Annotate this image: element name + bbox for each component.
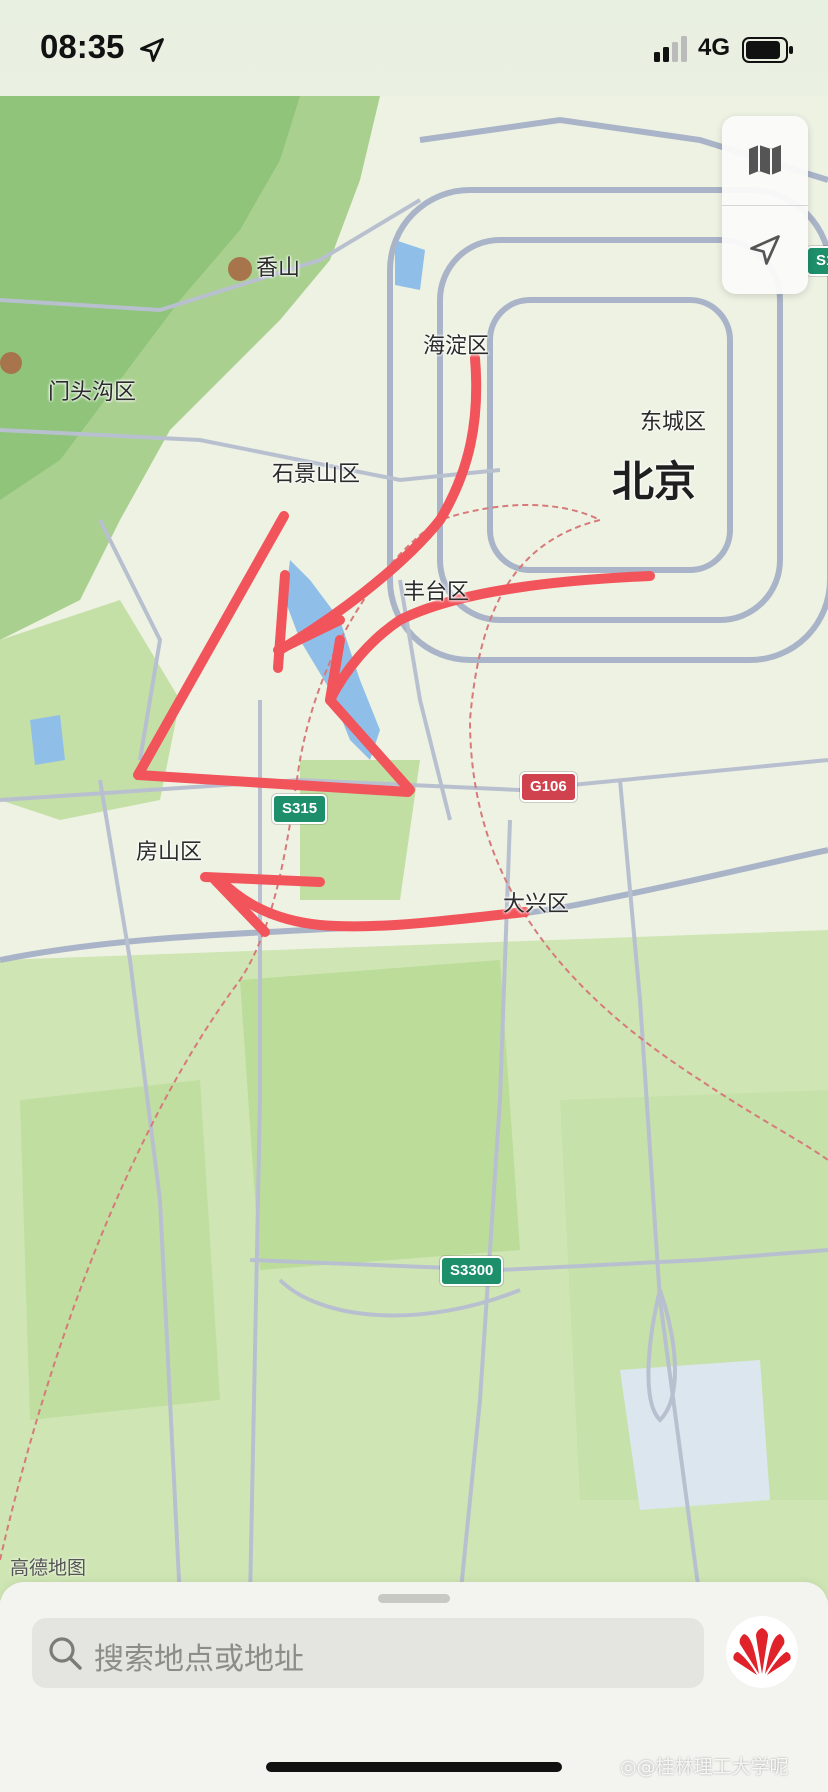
map-label-daxing[interactable]: 大兴区 (503, 886, 569, 918)
map-label-beijing[interactable]: 北京 (612, 448, 696, 509)
mountain-icon (0, 352, 22, 374)
signal-icon (654, 36, 687, 62)
battery-icon (742, 37, 793, 63)
status-bar: 08:35 4G (0, 0, 828, 96)
locate-me-icon (750, 235, 780, 265)
sheet-grabber[interactable] (378, 1594, 450, 1603)
map-label-shijingshan[interactable]: 石景山区 (272, 456, 360, 488)
map-poi-marker[interactable] (0, 352, 22, 380)
avatar[interactable] (726, 1616, 798, 1688)
map-label-haidian[interactable]: 海淀区 (423, 328, 489, 360)
status-time: 08:35 (40, 28, 125, 65)
huawei-logo-icon (733, 1628, 791, 1675)
map-mode-button[interactable] (722, 116, 808, 204)
mountain-icon (228, 257, 252, 281)
road-shield-s3300: S3300 (440, 1256, 504, 1286)
map-mode-icon (749, 145, 781, 175)
road-shield-s1: S1 (806, 246, 828, 276)
map-canvas[interactable] (0, 0, 828, 1792)
search-icon (49, 1637, 82, 1670)
watermark: ◎@桂林理工大学呢 (620, 1756, 789, 1778)
location-arrow-icon (140, 38, 164, 62)
bottom-sheet[interactable]: 搜索地点或地址 ◎@桂林理工大学呢 (0, 1582, 828, 1792)
road-shield-s315: S315 (272, 794, 328, 824)
map-attribution: 高德地图 (10, 1557, 87, 1579)
search-placeholder: 搜索地点或地址 (94, 1642, 304, 1677)
road-shield-g106: G106 (520, 772, 577, 802)
map-label-fengtai[interactable]: 丰台区 (403, 574, 469, 606)
locate-me-button[interactable] (722, 206, 808, 294)
map-label-xiangshan[interactable]: 香山 (228, 250, 300, 282)
map-label-fangshan[interactable]: 房山区 (136, 834, 202, 866)
home-indicator[interactable] (266, 1762, 562, 1772)
network-type: 4G (698, 34, 731, 61)
map-label-mentougou[interactable]: 门头沟区 (48, 374, 136, 406)
map-controls (722, 116, 808, 294)
search-input[interactable]: 搜索地点或地址 (32, 1618, 704, 1688)
map-label-dongcheng[interactable]: 东城区 (640, 404, 706, 436)
